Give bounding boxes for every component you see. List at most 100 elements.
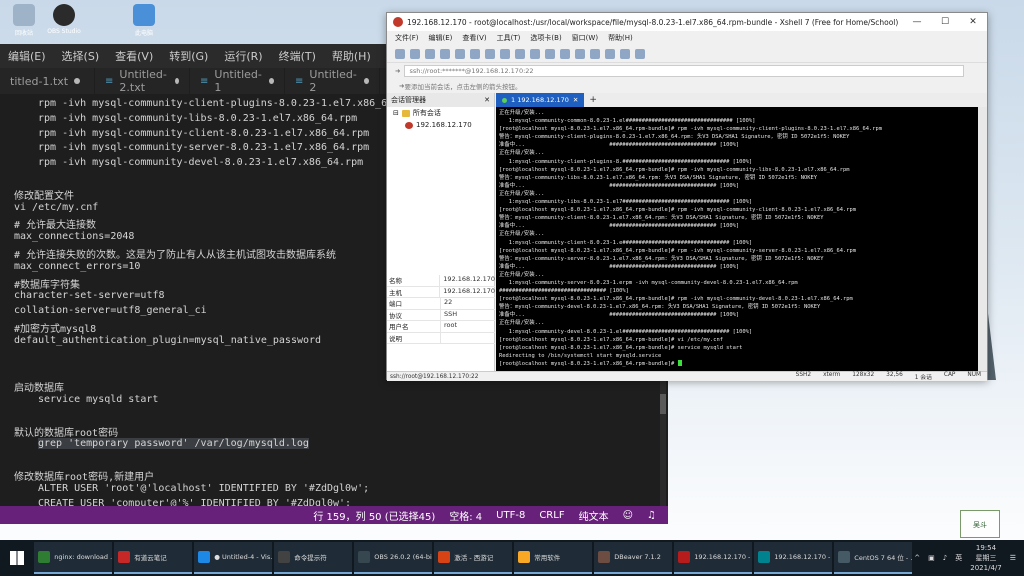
status-cursor-position[interactable]: 行 159，列 50 (已选择45) xyxy=(313,508,435,523)
desktop-icon-obs[interactable]: OBS Studio xyxy=(40,4,88,35)
new-session-icon[interactable] xyxy=(395,48,405,59)
notification-bell-icon[interactable]: ♫ xyxy=(647,510,656,521)
tab-untitled-1-txt[interactable]: titled-1.txt xyxy=(0,68,95,94)
open-icon[interactable] xyxy=(410,48,420,59)
obs-icon xyxy=(53,4,75,26)
file-text-icon: ≡ xyxy=(295,75,304,87)
color-icon[interactable] xyxy=(515,48,525,59)
tab-untitled-2[interactable]: ≡ Untitled-2 xyxy=(285,68,380,94)
taskbar-item[interactable]: 有道云笔记 xyxy=(114,542,193,574)
session-manager-header: 会话管理器 ✕ xyxy=(387,93,494,107)
status-encoding[interactable]: UTF-8 xyxy=(496,510,525,521)
terminal-line: [root@localhost mysql-8.0.23-1.el7.x86_6… xyxy=(499,360,975,368)
status-protocol: SSH2 xyxy=(795,372,812,378)
tab-close-icon[interactable]: ✕ xyxy=(573,93,578,107)
unsaved-dot-icon xyxy=(74,78,81,84)
menu-run[interactable]: 运行(R) xyxy=(216,48,270,64)
xshell-title: 192.168.12.170 - root@localhost:/usr/loc… xyxy=(407,17,899,27)
watermark-logo: 吴斗 xyxy=(960,510,1000,538)
status-eol[interactable]: CRLF xyxy=(539,510,564,521)
close-icon[interactable]: ✕ xyxy=(959,17,987,27)
xs-menu-window[interactable]: 窗口(W) xyxy=(572,33,598,43)
terminal-line: Redirecting to /bin/systemctl start mysq… xyxy=(499,352,662,359)
tree-node-all-sessions[interactable]: ⊟ 所有会话 xyxy=(387,107,494,119)
taskbar-item[interactable]: DBeaver 7.1.2 xyxy=(594,542,673,574)
xs-menu-tabs[interactable]: 选项卡(B) xyxy=(530,33,561,43)
system-tray: ^ ▣ ♪ 英 19:54 星期三 2021/4/7 ☰ xyxy=(914,543,1024,573)
input-method[interactable]: 英 xyxy=(955,553,962,563)
taskbar-item[interactable]: 192.168.12.170 - ... xyxy=(674,542,753,574)
properties-icon[interactable] xyxy=(500,48,510,59)
xs-menu-edit[interactable]: 编辑(E) xyxy=(429,33,453,43)
xs-menu-file[interactable]: 文件(F) xyxy=(395,33,419,43)
volume-icon[interactable]: ♪ xyxy=(943,554,947,562)
notifications-icon[interactable]: ☰ xyxy=(1010,554,1016,562)
taskbar-item[interactable]: CentOS 7 64 位 - ... xyxy=(834,542,913,574)
menu-help[interactable]: 帮助(H) xyxy=(324,48,379,64)
tree-node-session[interactable]: 192.168.12.170 xyxy=(387,119,494,131)
transfer-icon[interactable] xyxy=(590,48,600,59)
menu-goto[interactable]: 转到(G) xyxy=(161,48,216,64)
terminal-line: ################################# [100%] xyxy=(499,288,629,295)
start-button[interactable] xyxy=(0,540,34,576)
terminal-line: [root@localhost mysql-8.0.23-1.el7.x86_6… xyxy=(499,207,856,214)
globe-icon[interactable] xyxy=(545,48,555,59)
terminal-line: [root@localhost mysql-8.0.23-1.el7.x86_6… xyxy=(499,344,743,351)
add-tab-icon[interactable]: + xyxy=(584,95,602,105)
address-input[interactable]: ssh://root:*******@192.168.12.170:22 xyxy=(404,65,965,77)
link-icon[interactable] xyxy=(425,48,435,59)
find-icon[interactable] xyxy=(470,48,480,59)
status-language[interactable]: 纯文本 xyxy=(579,508,609,523)
help-icon[interactable] xyxy=(635,48,645,59)
terminal-output[interactable]: 正在升级/安装... 1:mysql-community-common-8.0.… xyxy=(496,107,978,371)
terminal-cursor xyxy=(677,360,682,367)
menu-selection[interactable]: 选择(S) xyxy=(54,48,108,64)
address-arrow-icon[interactable]: ➜ xyxy=(395,67,400,75)
menu-terminal[interactable]: 终端(T) xyxy=(271,48,324,64)
collapse-icon[interactable]: ⊟ xyxy=(393,107,399,119)
xs-menu-view[interactable]: 查看(V) xyxy=(462,33,486,43)
menu-edit[interactable]: 编辑(E) xyxy=(0,48,54,64)
tray-chevron-icon[interactable]: ^ xyxy=(914,554,920,562)
xs-menu-tools[interactable]: 工具(T) xyxy=(497,33,521,43)
pin-icon[interactable]: ✕ xyxy=(484,93,494,107)
scrollbar-thumb[interactable] xyxy=(660,394,666,414)
terminal-tab-session[interactable]: 1 192.168.12.170 ✕ xyxy=(496,93,585,107)
keyboard-icon[interactable] xyxy=(575,48,585,59)
property-row: 主机 192.168.12.170 xyxy=(387,286,495,298)
minimize-icon[interactable]: — xyxy=(903,17,931,27)
tab-untitled-1[interactable]: ≡ Untitled-1 xyxy=(190,68,285,94)
terminal-line: [root@localhost mysql-8.0.23-1.el7.x86_6… xyxy=(499,296,853,303)
taskbar-item[interactable]: ● Untitled-4 - Vis... xyxy=(194,542,273,574)
menu-view[interactable]: 查看(V) xyxy=(107,48,161,64)
print-icon[interactable] xyxy=(485,48,495,59)
session-manager-panel: 会话管理器 ✕ ⊟ 所有会话 192.168.12.170 名称 192.168.… xyxy=(387,93,495,371)
maximize-icon[interactable]: ☐ xyxy=(931,17,959,27)
taskbar-item[interactable]: 激活 - 西游记 xyxy=(434,542,513,574)
vscode-statusbar: 行 159，列 50 (已选择45) 空格: 4 UTF-8 CRLF 纯文本 … xyxy=(0,506,668,524)
network-icon[interactable]: ▣ xyxy=(928,554,935,562)
status-indentation[interactable]: 空格: 4 xyxy=(449,508,482,523)
taskbar-item[interactable]: 192.168.12.170 - ... xyxy=(754,542,833,574)
lock-icon[interactable] xyxy=(560,48,570,59)
terminal-scrollbar[interactable] xyxy=(978,107,987,371)
xshell-logo-icon xyxy=(393,17,403,27)
taskbar-item[interactable]: 命令提示符 xyxy=(274,542,353,574)
feedback-icon[interactable]: ☺ xyxy=(623,510,633,521)
desktop-icon-this-pc[interactable]: 此电脑 xyxy=(120,4,168,37)
code-line: 修改数据库root密码,新建用户 xyxy=(14,471,155,483)
clock[interactable]: 19:54 星期三 2021/4/7 xyxy=(970,543,1001,573)
xs-menu-help[interactable]: 帮助(H) xyxy=(608,33,633,43)
terminal-line: [root@localhost mysql-8.0.23-1.el7.x86_6… xyxy=(499,126,882,133)
status-sessions: 1 会话 xyxy=(914,375,932,381)
xshell-titlebar[interactable]: 192.168.12.170 - root@localhost:/usr/loc… xyxy=(387,13,987,31)
taskbar-item[interactable]: 常用软件 xyxy=(514,542,593,574)
copy-icon[interactable] xyxy=(440,48,450,59)
paste-icon[interactable] xyxy=(455,48,465,59)
taskbar-item[interactable]: nginx: download ... xyxy=(34,542,113,574)
script-icon[interactable] xyxy=(605,48,615,59)
fullscreen-icon[interactable] xyxy=(620,48,630,59)
taskbar-item[interactable]: OBS 26.0.2 (64-bi... xyxy=(354,542,433,574)
font-icon[interactable] xyxy=(530,48,540,59)
tab-untitled-2-txt[interactable]: ≡ Untitled-2.txt xyxy=(95,68,190,94)
